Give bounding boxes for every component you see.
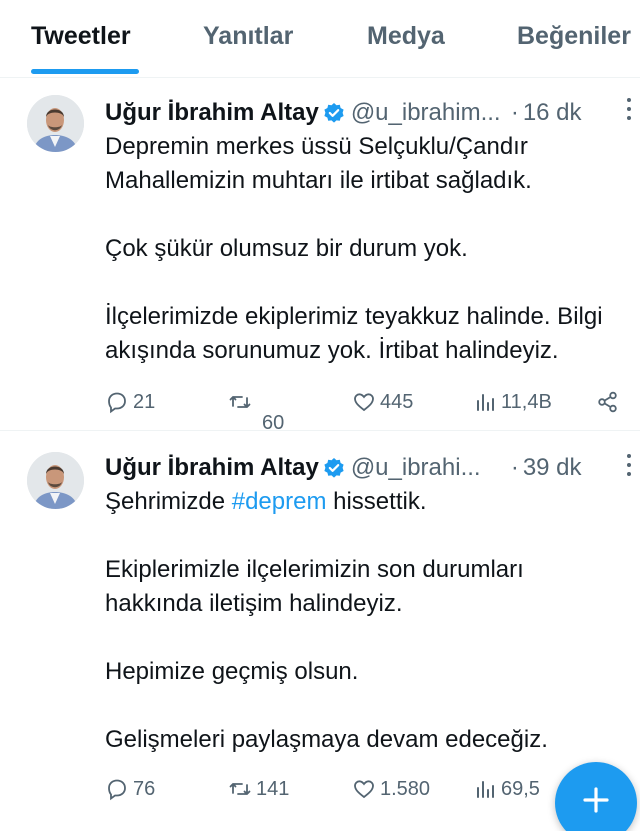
like-button[interactable]: 445: [352, 387, 413, 417]
view-count: 11,4B: [501, 390, 552, 413]
tweet-line: akışında sorunumuz yok. İrtibat halindey…: [105, 337, 559, 364]
view-count: 69,5: [501, 777, 540, 800]
more-dots-icon[interactable]: [626, 98, 632, 122]
author-name[interactable]: Uğur İbrahim Altay: [105, 454, 319, 481]
retweet-icon: [229, 783, 251, 795]
tweet-header: Uğur İbrahim Altay @u_ibrahim... · 16 dk: [105, 96, 640, 130]
avatar[interactable]: [27, 95, 84, 152]
heart-icon: [354, 780, 374, 799]
share-button[interactable]: [596, 387, 624, 417]
avatar[interactable]: [27, 452, 84, 509]
views-button[interactable]: 11,4B: [473, 387, 552, 417]
share-icon: [598, 391, 617, 413]
separator-dot: ·: [510, 99, 519, 126]
reply-count: 76: [133, 777, 156, 800]
tweet-actions: 21 445 11,4B: [0, 381, 640, 421]
tab-yanitlar[interactable]: Yanıtlar: [203, 22, 293, 51]
tweet-line: İlçelerimizde ekiplerimiz teyakkuz halin…: [105, 303, 603, 330]
separator-dot: ·: [510, 454, 519, 481]
tab-begeniler[interactable]: Beğeniler: [517, 22, 631, 51]
author-handle[interactable]: @u_ibrahi...: [351, 451, 491, 485]
tweet-header: Uğur İbrahim Altay @u_ibrahi... · 39 dk: [105, 451, 640, 485]
retweet-button[interactable]: 141: [228, 774, 289, 804]
tweet-actions: 76 141 1.580 69,5: [0, 768, 640, 808]
more-dots-icon[interactable]: [626, 454, 632, 478]
heart-icon: [354, 393, 374, 412]
reply-count: 21: [133, 390, 156, 413]
tweet-text: Depremin merkes üssü Selçuklu/Çandır Mah…: [105, 130, 640, 368]
reply-bubble-icon: [108, 779, 126, 801]
views-bars-icon: [477, 394, 494, 411]
tweet-line: Mahallemizin muhtarı ile irtibat sağladı…: [105, 167, 532, 194]
reply-button[interactable]: 76: [105, 774, 155, 804]
retweet-icon: [229, 396, 251, 408]
tab-tweetler[interactable]: Tweetler: [31, 22, 131, 51]
profile-tabs: Tweetler Yanıtlar Medya Beğeniler: [0, 0, 640, 78]
tweet-line: Hepimize geçmiş olsun.: [105, 658, 359, 685]
hashtag-link[interactable]: #deprem: [232, 488, 327, 515]
views-bars-icon: [477, 781, 494, 798]
active-tab-indicator: [31, 69, 139, 74]
tweet-line: Çok şükür olumsuz bir durum yok.: [105, 235, 468, 262]
verified-badge-icon: [323, 455, 345, 478]
tweet-time[interactable]: 16 dk: [523, 99, 582, 126]
tweet-time[interactable]: 39 dk: [523, 454, 582, 481]
tweet-text: Şehrimizde #deprem hissettik. Ekiplerimi…: [105, 485, 640, 757]
like-button[interactable]: 1.580: [352, 774, 430, 804]
views-button[interactable]: 69,5: [473, 774, 540, 804]
tweet-line: hakkında iletişim halindeyiz.: [105, 590, 403, 617]
reply-bubble-icon: [108, 392, 126, 414]
verified-badge-icon: [323, 100, 345, 123]
tweet-line: Gelişmeleri paylaşmaya devam edeceğiz.: [105, 726, 548, 753]
tweet-line: Şehrimizde #deprem hissettik.: [105, 488, 427, 515]
plus-icon: [583, 787, 609, 813]
tweet[interactable]: Uğur İbrahim Altay @u_ibrahi... · 39 dk Şeh…: [0, 432, 640, 831]
retweet-count: 141: [256, 777, 290, 800]
tab-medya[interactable]: Medya: [367, 22, 445, 51]
reply-button[interactable]: 21: [105, 387, 155, 417]
like-count: 445: [380, 390, 414, 413]
tweet[interactable]: Uğur İbrahim Altay @u_ibrahim... · 16 dk De…: [0, 78, 640, 434]
tweet-line: Depremin merkes üssü Selçuklu/Çandır: [105, 133, 528, 160]
tweet-line: Ekiplerimizle ilçelerimizin son durumlar…: [105, 556, 524, 583]
author-handle[interactable]: @u_ibrahim...: [351, 96, 503, 130]
retweet-button[interactable]: [228, 387, 256, 417]
author-name[interactable]: Uğur İbrahim Altay: [105, 99, 319, 126]
like-count: 1.580: [380, 777, 431, 800]
